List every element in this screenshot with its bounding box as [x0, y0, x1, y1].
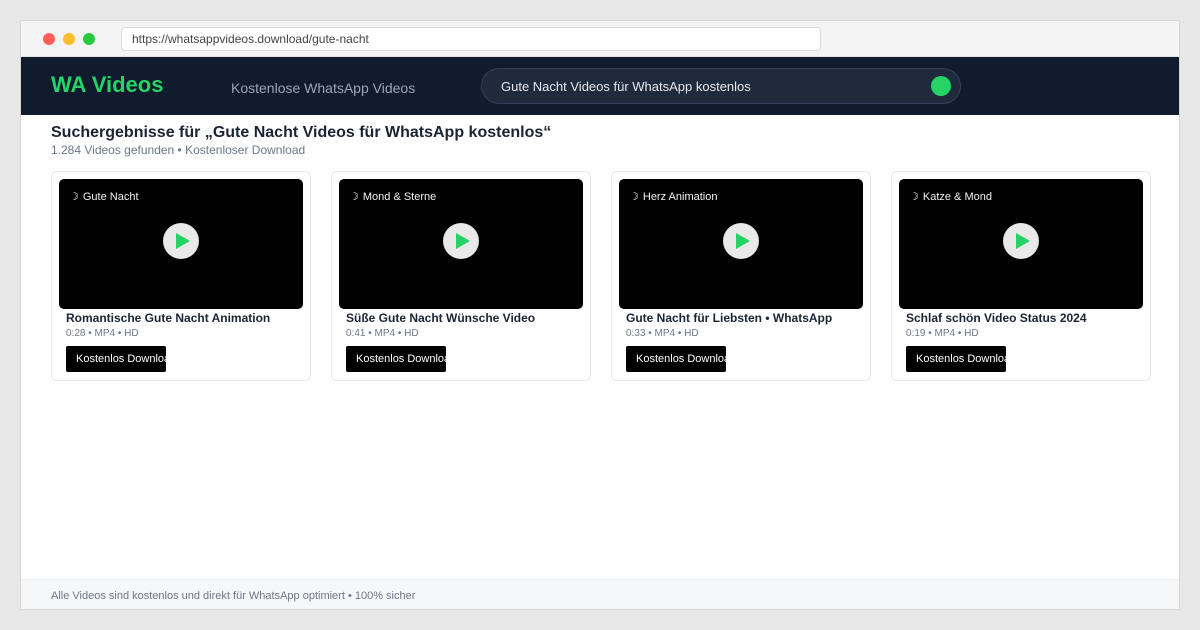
- video-card[interactable]: ☽ Herz Animation Gute Nacht für Liebsten …: [611, 171, 871, 381]
- address-bar[interactable]: https://whatsappvideos.download/gute-nac…: [121, 27, 821, 51]
- search-input[interactable]: Gute Nacht Videos für WhatsApp kostenlos: [481, 68, 961, 104]
- site-header: WA Videos Kostenlose WhatsApp Videos Gut…: [21, 57, 1179, 115]
- video-title[interactable]: Süße Gute Nacht Wünsche Video: [346, 310, 535, 326]
- video-thumbnail[interactable]: ☽ Katze & Mond: [899, 179, 1143, 309]
- play-icon[interactable]: [1003, 223, 1039, 259]
- video-title[interactable]: Schlaf schön Video Status 2024: [906, 310, 1087, 326]
- site-tagline: Kostenlose WhatsApp Videos: [231, 80, 416, 96]
- browser-toolbar: https://whatsappvideos.download/gute-nac…: [21, 21, 1179, 57]
- play-icon[interactable]: [443, 223, 479, 259]
- download-button[interactable]: Kostenlos Download: [346, 346, 446, 372]
- moon-icon: ☽: [69, 191, 79, 203]
- video-tag-label: Gute Nacht: [82, 191, 139, 203]
- video-meta: 0:41 • MP4 • HD: [346, 328, 419, 339]
- video-meta: 0:33 • MP4 • HD: [626, 328, 699, 339]
- moon-icon: ☽: [349, 191, 359, 203]
- video-tag: ☽ Herz Animation: [629, 189, 717, 205]
- video-tag-label: Mond & Sterne: [362, 191, 437, 203]
- download-button[interactable]: Kostenlos Download: [906, 346, 1006, 372]
- video-card[interactable]: ☽ Gute Nacht Romantische Gute Nacht Anima…: [51, 171, 311, 381]
- video-title[interactable]: Romantische Gute Nacht Animation: [66, 310, 270, 326]
- video-tag: ☽ Katze & Mond: [909, 189, 992, 205]
- search-submit-button[interactable]: [931, 76, 951, 96]
- download-button[interactable]: Kostenlos Download: [626, 346, 726, 372]
- video-tag-label: Herz Animation: [642, 191, 718, 203]
- site-footer: Alle Videos sind kostenlos und direkt fü…: [21, 579, 1179, 609]
- video-title[interactable]: Gute Nacht für Liebsten • WhatsApp: [626, 310, 832, 326]
- search-input-value[interactable]: Gute Nacht Videos für WhatsApp kostenlos: [501, 78, 751, 96]
- video-tag-label: Katze & Mond: [922, 191, 992, 203]
- site-logo[interactable]: WA Videos: [51, 71, 163, 99]
- video-tag: ☽ Gute Nacht: [69, 189, 139, 205]
- moon-icon: ☽: [909, 191, 919, 203]
- video-card[interactable]: ☽ Mond & Sterne Süße Gute Nacht Wünsche V…: [331, 171, 591, 381]
- close-window-button[interactable]: [43, 33, 55, 45]
- video-thumbnail[interactable]: ☽ Mond & Sterne: [339, 179, 583, 309]
- results-title: Suchergebnisse für „Gute Nacht Videos fü…: [51, 124, 552, 141]
- video-thumbnail[interactable]: ☽ Herz Animation: [619, 179, 863, 309]
- footer-text: Alle Videos sind kostenlos und direkt fü…: [51, 590, 416, 602]
- download-button[interactable]: Kostenlos Download: [66, 346, 166, 372]
- video-tag: ☽ Mond & Sterne: [349, 189, 436, 205]
- play-icon[interactable]: [163, 223, 199, 259]
- moon-icon: ☽: [629, 191, 639, 203]
- minimize-window-button[interactable]: [63, 33, 75, 45]
- browser-window: https://whatsappvideos.download/gute-nac…: [20, 20, 1180, 610]
- video-meta: 0:19 • MP4 • HD: [906, 328, 979, 339]
- maximize-window-button[interactable]: [83, 33, 95, 45]
- play-icon[interactable]: [723, 223, 759, 259]
- video-card[interactable]: ☽ Katze & Mond Schlaf schön Video Status …: [891, 171, 1151, 381]
- results-count: 1.284 Videos gefunden • Kostenloser Down…: [51, 143, 306, 157]
- video-thumbnail[interactable]: ☽ Gute Nacht: [59, 179, 303, 309]
- video-meta: 0:28 • MP4 • HD: [66, 328, 139, 339]
